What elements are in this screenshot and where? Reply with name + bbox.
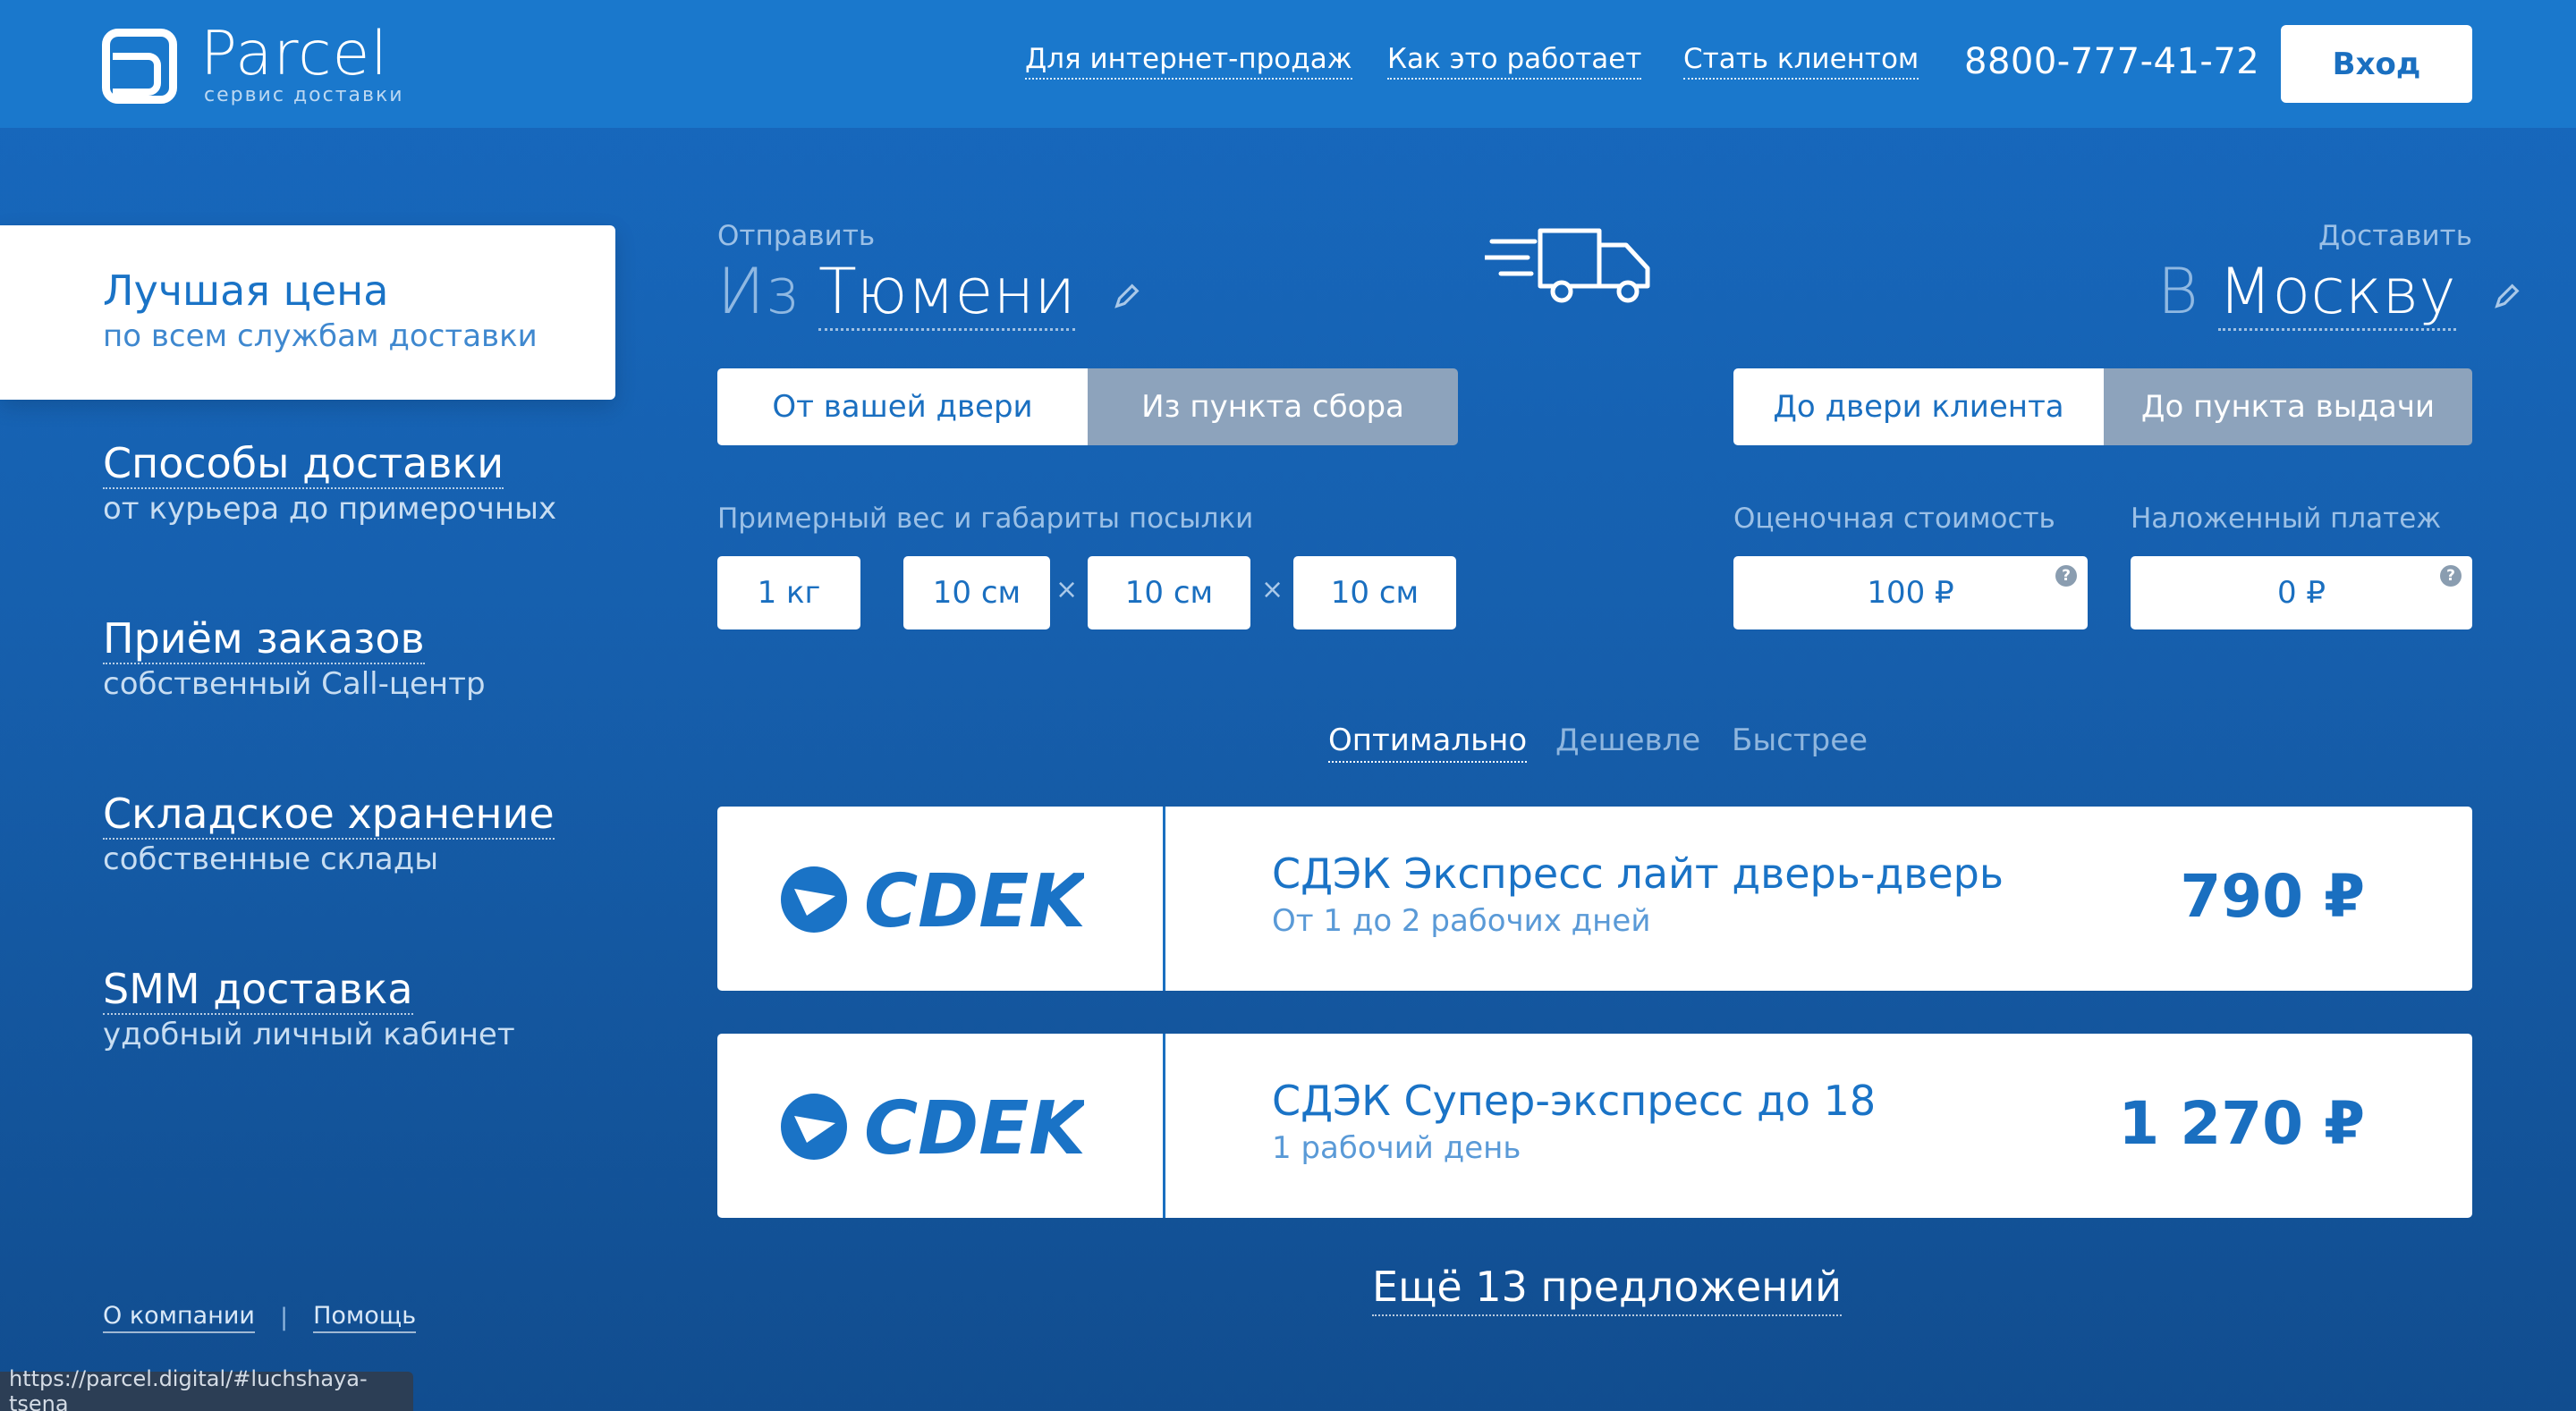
offer-divider xyxy=(1163,1034,1165,1218)
footer-links: О компании | Помощь xyxy=(103,1302,417,1333)
sidebar-item-orders[interactable]: Приём заказов собственный Call-центр xyxy=(103,613,486,705)
sidebar-item-title: SMM доставка xyxy=(103,965,413,1015)
offer-price: 790 ₽ xyxy=(2180,862,2365,931)
pickup-from-point[interactable]: Из пункта сбора xyxy=(1088,368,1458,445)
sidebar-item-smm[interactable]: SMM доставка удобный личный кабинет xyxy=(103,964,515,1055)
length-input[interactable]: 10 см xyxy=(903,556,1050,629)
help-icon[interactable]: ? xyxy=(2440,565,2462,587)
svg-text:CDEK: CDEK xyxy=(864,859,1084,939)
logo-name: Parcel xyxy=(200,19,389,89)
offer-price: 1 270 ₽ xyxy=(2118,1089,2365,1158)
to-label: Доставить xyxy=(2318,220,2472,252)
sort-cheaper[interactable]: Дешевле xyxy=(1555,722,1700,758)
times-sign: × xyxy=(1261,574,1284,605)
times-sign: × xyxy=(1055,574,1079,605)
browser-status-url: https://parcel.digital/#luchshaya-tsena xyxy=(0,1366,413,1411)
offer-card[interactable]: CDEK СДЭК Супер-экспресс до 18 1 рабочий… xyxy=(717,1034,2472,1218)
offer-delivery-time: 1 рабочий день xyxy=(1272,1130,1521,1166)
parcel-logo-icon xyxy=(102,28,177,104)
sidebar-item-subtitle: по всем службам доставки xyxy=(103,318,538,354)
offer-divider xyxy=(1163,807,1165,991)
header: Parcel сервис доставки Для интернет-прод… xyxy=(0,0,2576,128)
sidebar-item-subtitle: собственные склады xyxy=(103,841,439,877)
pickup-toggle: От вашей двери Из пункта сбора xyxy=(717,368,1458,445)
sort-optimal[interactable]: Оптимально xyxy=(1328,722,1528,763)
logo-tagline: сервис доставки xyxy=(204,84,404,106)
cdek-logo-icon: CDEK xyxy=(781,1086,1084,1166)
delivery-to-point[interactable]: До пункта выдачи xyxy=(2104,368,2472,445)
width-input[interactable]: 10 см xyxy=(1088,556,1250,629)
valuation-label: Оценочная стоимость xyxy=(1733,503,2055,535)
sidebar-item-subtitle: собственный Call-центр xyxy=(103,666,486,702)
to-prefix: В xyxy=(2157,255,2199,328)
nav-link-ecommerce[interactable]: Для интернет-продаж xyxy=(1025,43,1352,80)
edit-pencil-icon[interactable] xyxy=(1112,281,1142,311)
help-icon[interactable]: ? xyxy=(2055,565,2077,587)
height-input[interactable]: 10 см xyxy=(1293,556,1456,629)
offer-card[interactable]: CDEK СДЭК Экспресс лайт дверь-дверь От 1… xyxy=(717,807,2472,991)
from-prefix: Из xyxy=(717,255,799,328)
sidebar-item-title: Способы доставки xyxy=(103,439,504,489)
to-city-name[interactable]: Москву xyxy=(2218,255,2456,331)
truck-icon xyxy=(1485,228,1650,303)
sidebar-item-warehouse[interactable]: Складское хранение собственные склады xyxy=(103,789,555,880)
delivery-toggle: До двери клиента До пункта выдачи xyxy=(1733,368,2472,445)
offer-title: СДЭК Экспресс лайт дверь-дверь xyxy=(1272,849,2004,898)
valuation-value: 100 ₽ xyxy=(1867,575,1954,611)
login-button[interactable]: Вход xyxy=(2281,25,2472,103)
valuation-input[interactable]: 100 ₽ ? xyxy=(1733,556,2088,629)
from-city[interactable]: Из Тюмени xyxy=(717,254,1142,331)
phone-number[interactable]: 8800-777-41-72 xyxy=(1964,41,2259,82)
sidebar-item-title: Складское хранение xyxy=(103,790,555,840)
edit-pencil-icon[interactable] xyxy=(2492,281,2522,311)
from-label: Отправить xyxy=(717,220,876,252)
offer-delivery-time: От 1 до 2 рабочих дней xyxy=(1272,903,1651,939)
sort-faster[interactable]: Быстрее xyxy=(1732,722,1868,758)
footer-link-help[interactable]: Помощь xyxy=(313,1302,417,1333)
sidebar-item-subtitle: от курьера до примерочных xyxy=(103,491,557,527)
offer-title: СДЭК Супер-экспресс до 18 xyxy=(1272,1077,1877,1125)
footer-link-about[interactable]: О компании xyxy=(103,1302,255,1333)
sidebar-item-delivery-methods[interactable]: Способы доставки от курьера до примерочн… xyxy=(103,438,556,529)
cod-value: 0 ₽ xyxy=(2276,575,2326,611)
cdek-logo-icon: CDEK xyxy=(781,859,1084,939)
footer-separator: | xyxy=(279,1304,289,1331)
parcel-label: Примерный вес и габариты посылки xyxy=(717,503,1254,535)
logo[interactable]: Parcel сервис доставки xyxy=(102,19,404,106)
from-city-name[interactable]: Тюмени xyxy=(818,255,1076,331)
sidebar-item-subtitle: удобный личный кабинет xyxy=(103,1017,515,1052)
sidebar-item-title: Приём заказов xyxy=(103,614,425,664)
nav-link-how-it-works[interactable]: Как это работает xyxy=(1387,43,1642,80)
pickup-from-door[interactable]: От вашей двери xyxy=(717,368,1088,445)
delivery-to-door[interactable]: До двери клиента xyxy=(1733,368,2104,445)
sidebar-item-best-price[interactable]: Лучшая цена по всем службам доставки xyxy=(0,225,615,400)
to-city[interactable]: В Москву xyxy=(2157,254,2522,331)
cod-label: Наложенный платеж xyxy=(2131,503,2442,535)
cod-input[interactable]: 0 ₽ ? xyxy=(2131,556,2472,629)
svg-text:CDEK: CDEK xyxy=(864,1086,1084,1166)
weight-input[interactable]: 1 кг xyxy=(717,556,860,629)
nav-link-become-client[interactable]: Стать клиентом xyxy=(1683,43,1919,80)
more-offers-link[interactable]: Ещё 13 предложений xyxy=(1372,1263,1843,1316)
sidebar-item-title: Лучшая цена xyxy=(103,266,389,315)
